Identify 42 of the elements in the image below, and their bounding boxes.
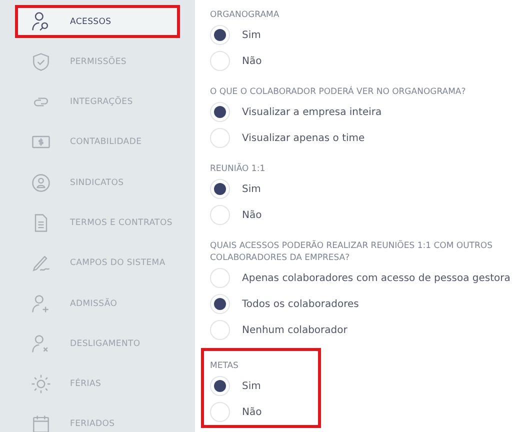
calendar-icon [30,413,52,432]
sidebar-item[interactable]: PERMISSÕES [15,45,180,78]
sidebar-item[interactable]: FÉRIAS [15,368,180,401]
sidebar-item[interactable]: CAMPOS DO SISTEMA [15,246,180,280]
option-label: Não [242,210,262,220]
sidebar-item[interactable]: FERIADOS [15,408,180,432]
sidebar-item[interactable]: SINDICATOS [15,166,180,200]
section-label: O QUE O COLABORADOR PODERÁ VER NO ORGANOGRAMA? [210,86,466,98]
option-label: Sim [242,184,261,194]
shield-icon [30,50,52,73]
radio-button[interactable] [210,25,230,45]
sidebar-item[interactable]: INTEGRAÇÕES [15,86,180,119]
sun-icon [30,373,52,396]
radio-button[interactable] [210,268,230,288]
sidebar-item[interactable]: CONTABILIDADE [15,126,180,159]
option-label: Não [242,406,262,418]
radio-button[interactable] [210,179,230,199]
radio-button[interactable] [210,205,230,225]
sidebar-item[interactable]: ACESSOS [15,5,180,38]
option-label: Nenhum colaborador [242,324,348,336]
sidebar-item[interactable]: DESLIGAMENTO [15,327,180,360]
radio-button[interactable] [210,402,230,422]
section-label: QUAIS ACESSOS PODERÃO REALIZAR REUNIÕES 1:1 COM OUTROS COLABORADORES DA EMPRESA? [210,240,494,264]
radio-button[interactable] [210,376,230,396]
sidebar-item[interactable]: TERMOS E CONTRATOS [15,206,180,240]
option-label: Todos os colaboradores [242,298,359,310]
user-circle-icon [30,172,52,194]
option-label: Visualizar apenas o time [242,132,365,144]
radio-button[interactable] [210,320,230,340]
option-label: Apenas colaboradores com acesso de pessoa gestora [242,272,510,284]
section-label: REUNIÃO 1:1 [210,163,266,175]
radio-button[interactable] [210,294,230,314]
option-label: Sim [242,30,261,40]
radio-button[interactable] [210,128,230,148]
option-label: Não [242,56,262,66]
section-label: ORGANOGRAMA [210,9,280,21]
section-label: METAS [210,360,240,372]
radio-button[interactable] [210,102,230,122]
sidebar-item[interactable]: ADMISSÃO [15,287,180,320]
radio-button[interactable] [210,51,230,71]
option-label: Sim [242,380,261,392]
option-label: Visualizar a empresa inteira [242,106,382,118]
